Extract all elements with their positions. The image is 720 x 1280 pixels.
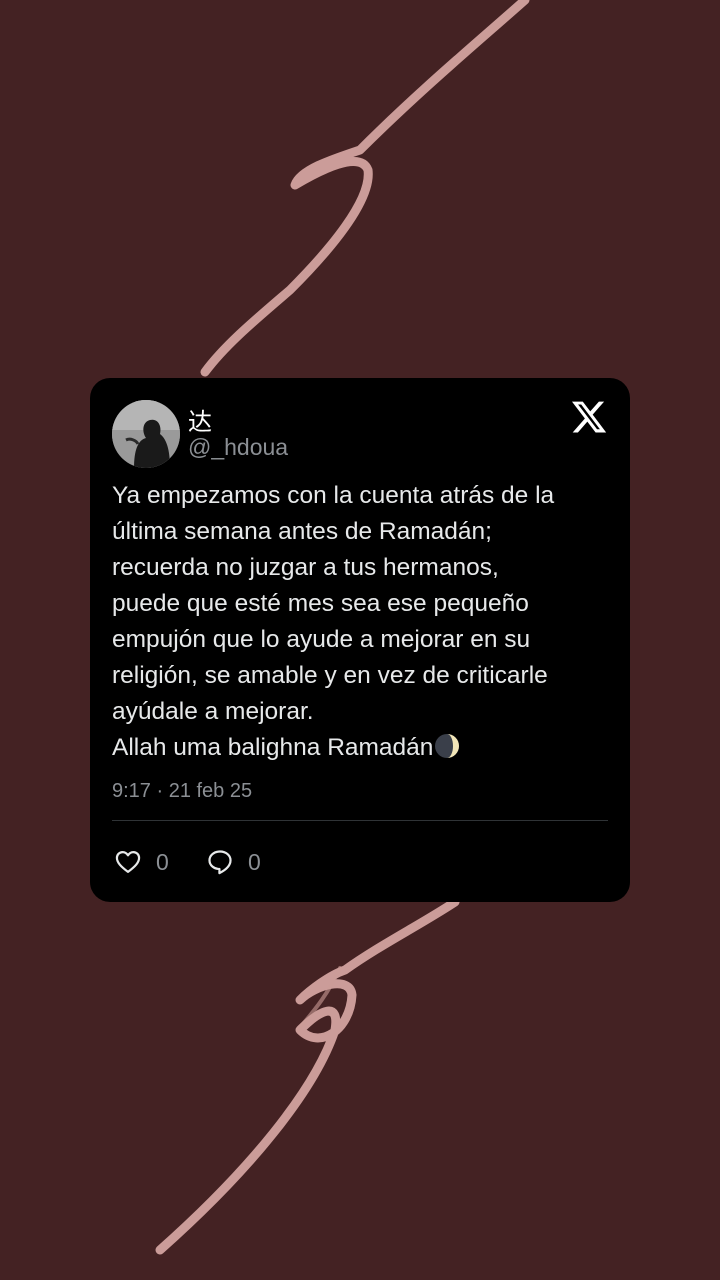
profile-photo-icon — [112, 400, 180, 468]
tweet-text-line: religión, se amable y en vez de criticar… — [112, 662, 548, 689]
reply-count: 0 — [248, 848, 261, 875]
like-count: 0 — [156, 848, 169, 875]
x-logo-icon[interactable] — [570, 398, 608, 436]
tweet-text-line: empujón que lo ayude a mejorar en su — [112, 626, 531, 653]
display-name[interactable]: 达 — [188, 402, 212, 437]
tweet-timestamp[interactable]: 9:17 · 21 feb 25 — [112, 780, 252, 803]
wallpaper: 达 @_hdoua Ya empezamos con la cuenta atr… — [0, 0, 720, 1280]
tweet-card: 达 @_hdoua Ya empezamos con la cuenta atr… — [90, 378, 630, 902]
avatar[interactable] — [112, 400, 180, 468]
tweet-text: Ya empezamos con la cuenta atrás de la ú… — [112, 478, 612, 766]
tweet-text-last-line: Allah uma balighna Ramadán — [112, 730, 612, 766]
heart-icon — [115, 850, 141, 874]
user-handle[interactable]: @_hdoua — [188, 434, 288, 461]
tweet-text-line: puede que esté mes sea ese pequeño — [112, 590, 529, 617]
reply-button[interactable]: 0 — [206, 848, 261, 876]
reply-bubble-icon — [208, 850, 232, 875]
tweet-text-line: última semana antes de Ramadán; — [112, 518, 492, 545]
tweet-text-line: recuerda no juzgar a tus hermanos, — [112, 554, 499, 581]
like-button[interactable]: 0 — [114, 848, 169, 876]
tweet-text-line: Ya empezamos con la cuenta atrás de la — [112, 482, 555, 509]
tweet-text-line: Allah uma balighna Ramadán — [112, 734, 434, 761]
moon-icon — [435, 734, 460, 758]
divider — [112, 820, 608, 821]
tweet-text-line: ayúdale a mejorar. — [112, 698, 314, 725]
